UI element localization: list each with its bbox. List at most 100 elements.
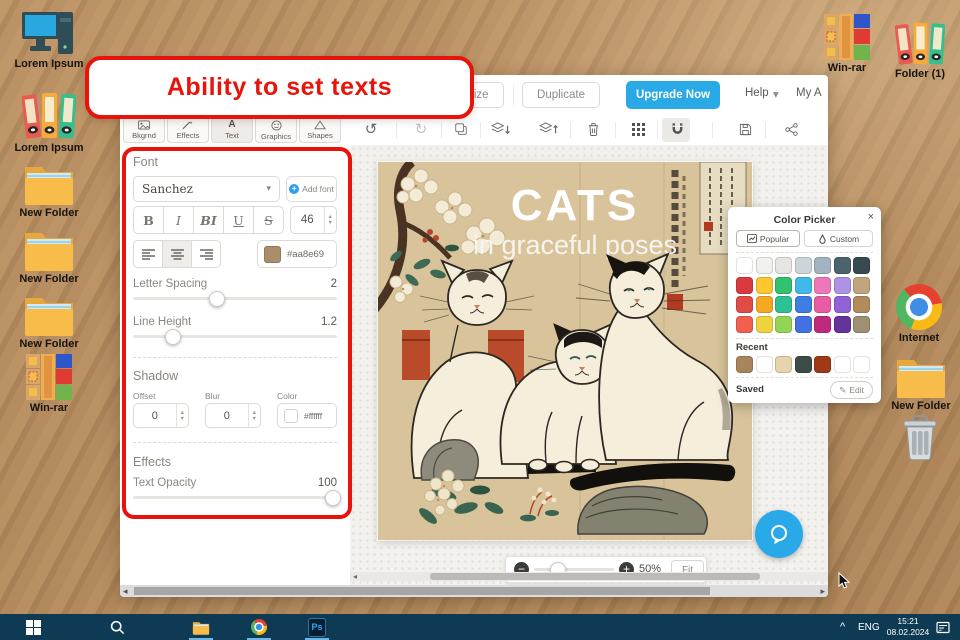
color-swatch[interactable]	[833, 296, 851, 313]
color-swatch[interactable]	[755, 315, 773, 333]
color-swatch[interactable]	[736, 276, 753, 294]
font-color-swatch[interactable]	[264, 245, 281, 263]
text-opacity-slider[interactable]	[133, 490, 341, 506]
color-swatch[interactable]	[775, 257, 792, 274]
font-family-select[interactable]: Sanchez ▾	[133, 176, 280, 202]
desktop-icon-folder-2[interactable]: New Folder	[3, 221, 95, 285]
scroll-left-icon[interactable]: ◂	[123, 586, 128, 596]
color-swatch[interactable]	[736, 257, 753, 274]
desktop-icon-folder-count[interactable]: Folder (1)	[885, 16, 955, 80]
desktop-icon-folder-1[interactable]: New Folder	[3, 155, 95, 219]
color-swatch[interactable]	[833, 276, 851, 294]
color-swatch[interactable]	[853, 276, 870, 294]
undo-icon[interactable]: ↺	[362, 120, 380, 138]
color-swatch[interactable]	[755, 276, 773, 294]
color-swatch[interactable]	[794, 315, 812, 333]
color-swatch[interactable]	[794, 296, 812, 313]
desktop-icon-trash[interactable]	[890, 412, 950, 464]
notification-center-button[interactable]	[934, 618, 952, 636]
desktop-icon-folder-3[interactable]: New Folder	[3, 286, 95, 350]
color-swatch[interactable]	[775, 276, 792, 294]
photoshop-button[interactable]: Ps	[308, 617, 326, 637]
slider-thumb[interactable]	[325, 490, 341, 506]
layer-up-icon[interactable]	[538, 120, 560, 138]
color-swatch[interactable]	[794, 356, 812, 373]
line-height-slider[interactable]	[133, 329, 337, 345]
layer-down-icon[interactable]	[490, 120, 512, 138]
bold-button[interactable]: B	[133, 206, 164, 234]
desktop-icon-internet[interactable]: Internet	[884, 280, 954, 344]
slider-thumb[interactable]	[209, 291, 225, 307]
taskbar-clock[interactable]: 15:21 08.02.2024	[886, 616, 930, 638]
scrollbar-thumb[interactable]	[134, 587, 710, 595]
color-swatch[interactable]	[833, 315, 851, 333]
search-button[interactable]	[108, 618, 126, 636]
shadow-color-swatch[interactable]	[284, 408, 298, 423]
color-swatch[interactable]	[794, 257, 812, 274]
desktop-icon-winrar-2[interactable]: Win-rar	[812, 10, 882, 74]
desktop-icon-folder-4[interactable]: New Folder	[886, 348, 956, 412]
color-swatch[interactable]	[853, 296, 870, 313]
color-swatch[interactable]	[833, 356, 851, 373]
color-swatch[interactable]	[755, 356, 773, 373]
upgrade-now-button[interactable]: Upgrade Now	[626, 81, 720, 109]
color-swatch[interactable]	[755, 296, 773, 313]
design-canvas[interactable]: CATS in graceful poses	[370, 158, 752, 540]
scroll-left-icon[interactable]: ◂	[353, 572, 357, 581]
color-swatch[interactable]	[775, 356, 792, 373]
account-menu[interactable]: My A	[796, 87, 828, 99]
color-swatch[interactable]	[814, 296, 831, 313]
edit-saved-button[interactable]: ✎ Edit	[830, 381, 873, 399]
color-swatch[interactable]	[775, 315, 792, 333]
color-swatch[interactable]	[814, 356, 831, 373]
shadow-color-input[interactable]: #ffffff	[277, 403, 337, 428]
color-swatch[interactable]	[853, 315, 870, 333]
font-size-stepper[interactable]: 46 ▲ ▼	[290, 206, 337, 234]
color-swatch[interactable]	[755, 257, 773, 274]
tab-text[interactable]: A Text	[211, 117, 253, 143]
desktop-icon-computer[interactable]: Lorem Ipsum	[3, 6, 95, 70]
trash-icon[interactable]	[584, 120, 602, 138]
color-swatch[interactable]	[736, 296, 753, 313]
grid-icon[interactable]	[629, 120, 647, 138]
offset-stepper[interactable]: 0 ▲ ▼	[133, 403, 189, 428]
color-swatch[interactable]	[775, 296, 792, 313]
share-icon[interactable]	[782, 120, 800, 138]
color-swatch[interactable]	[736, 315, 753, 333]
tray-chevron-icon[interactable]: ^	[840, 614, 845, 640]
custom-tab[interactable]: Custom	[804, 230, 873, 247]
start-button[interactable]	[24, 618, 42, 636]
help-menu[interactable]: Help	[745, 87, 769, 99]
duplicate-button[interactable]: Duplicate	[522, 82, 600, 108]
desktop-icon-winrar[interactable]: Win-rar	[3, 350, 95, 414]
underline-button[interactable]: U	[223, 206, 254, 234]
color-swatch[interactable]	[736, 356, 753, 373]
align-left-button[interactable]	[133, 240, 163, 268]
canvas-horizontal-scrollbar[interactable]: ◂	[350, 572, 828, 581]
blur-stepper[interactable]: 0 ▲ ▼	[205, 403, 261, 428]
align-center-button[interactable]	[162, 240, 192, 268]
letter-spacing-slider[interactable]	[133, 291, 337, 307]
save-icon[interactable]	[736, 120, 754, 138]
color-swatch[interactable]	[814, 315, 831, 333]
font-color-input[interactable]: #aa8e69	[257, 240, 337, 268]
tab-effects[interactable]: Effects	[167, 117, 209, 143]
chat-support-button[interactable]	[755, 510, 803, 558]
color-swatch[interactable]	[853, 257, 870, 274]
tab-graphics[interactable]: Graphics	[255, 117, 297, 143]
slider-thumb[interactable]	[165, 329, 181, 345]
strikethrough-button[interactable]: S	[253, 206, 284, 234]
popular-tab[interactable]: Popular	[736, 230, 800, 247]
redo-icon[interactable]: ↻	[412, 120, 430, 138]
color-swatch[interactable]	[833, 257, 851, 274]
chrome-button[interactable]	[250, 618, 268, 636]
magnet-icon[interactable]	[668, 120, 686, 138]
language-indicator[interactable]: ENG	[858, 614, 880, 640]
scrollbar-thumb[interactable]	[430, 573, 760, 580]
close-icon[interactable]: ×	[868, 211, 874, 223]
tab-shapes[interactable]: Shapes	[299, 117, 341, 143]
color-swatch[interactable]	[814, 276, 831, 294]
italic-button[interactable]: I	[163, 206, 194, 234]
window-horizontal-scrollbar[interactable]: ◂ ▸	[120, 585, 828, 597]
add-font-button[interactable]: + Add font	[286, 176, 337, 202]
